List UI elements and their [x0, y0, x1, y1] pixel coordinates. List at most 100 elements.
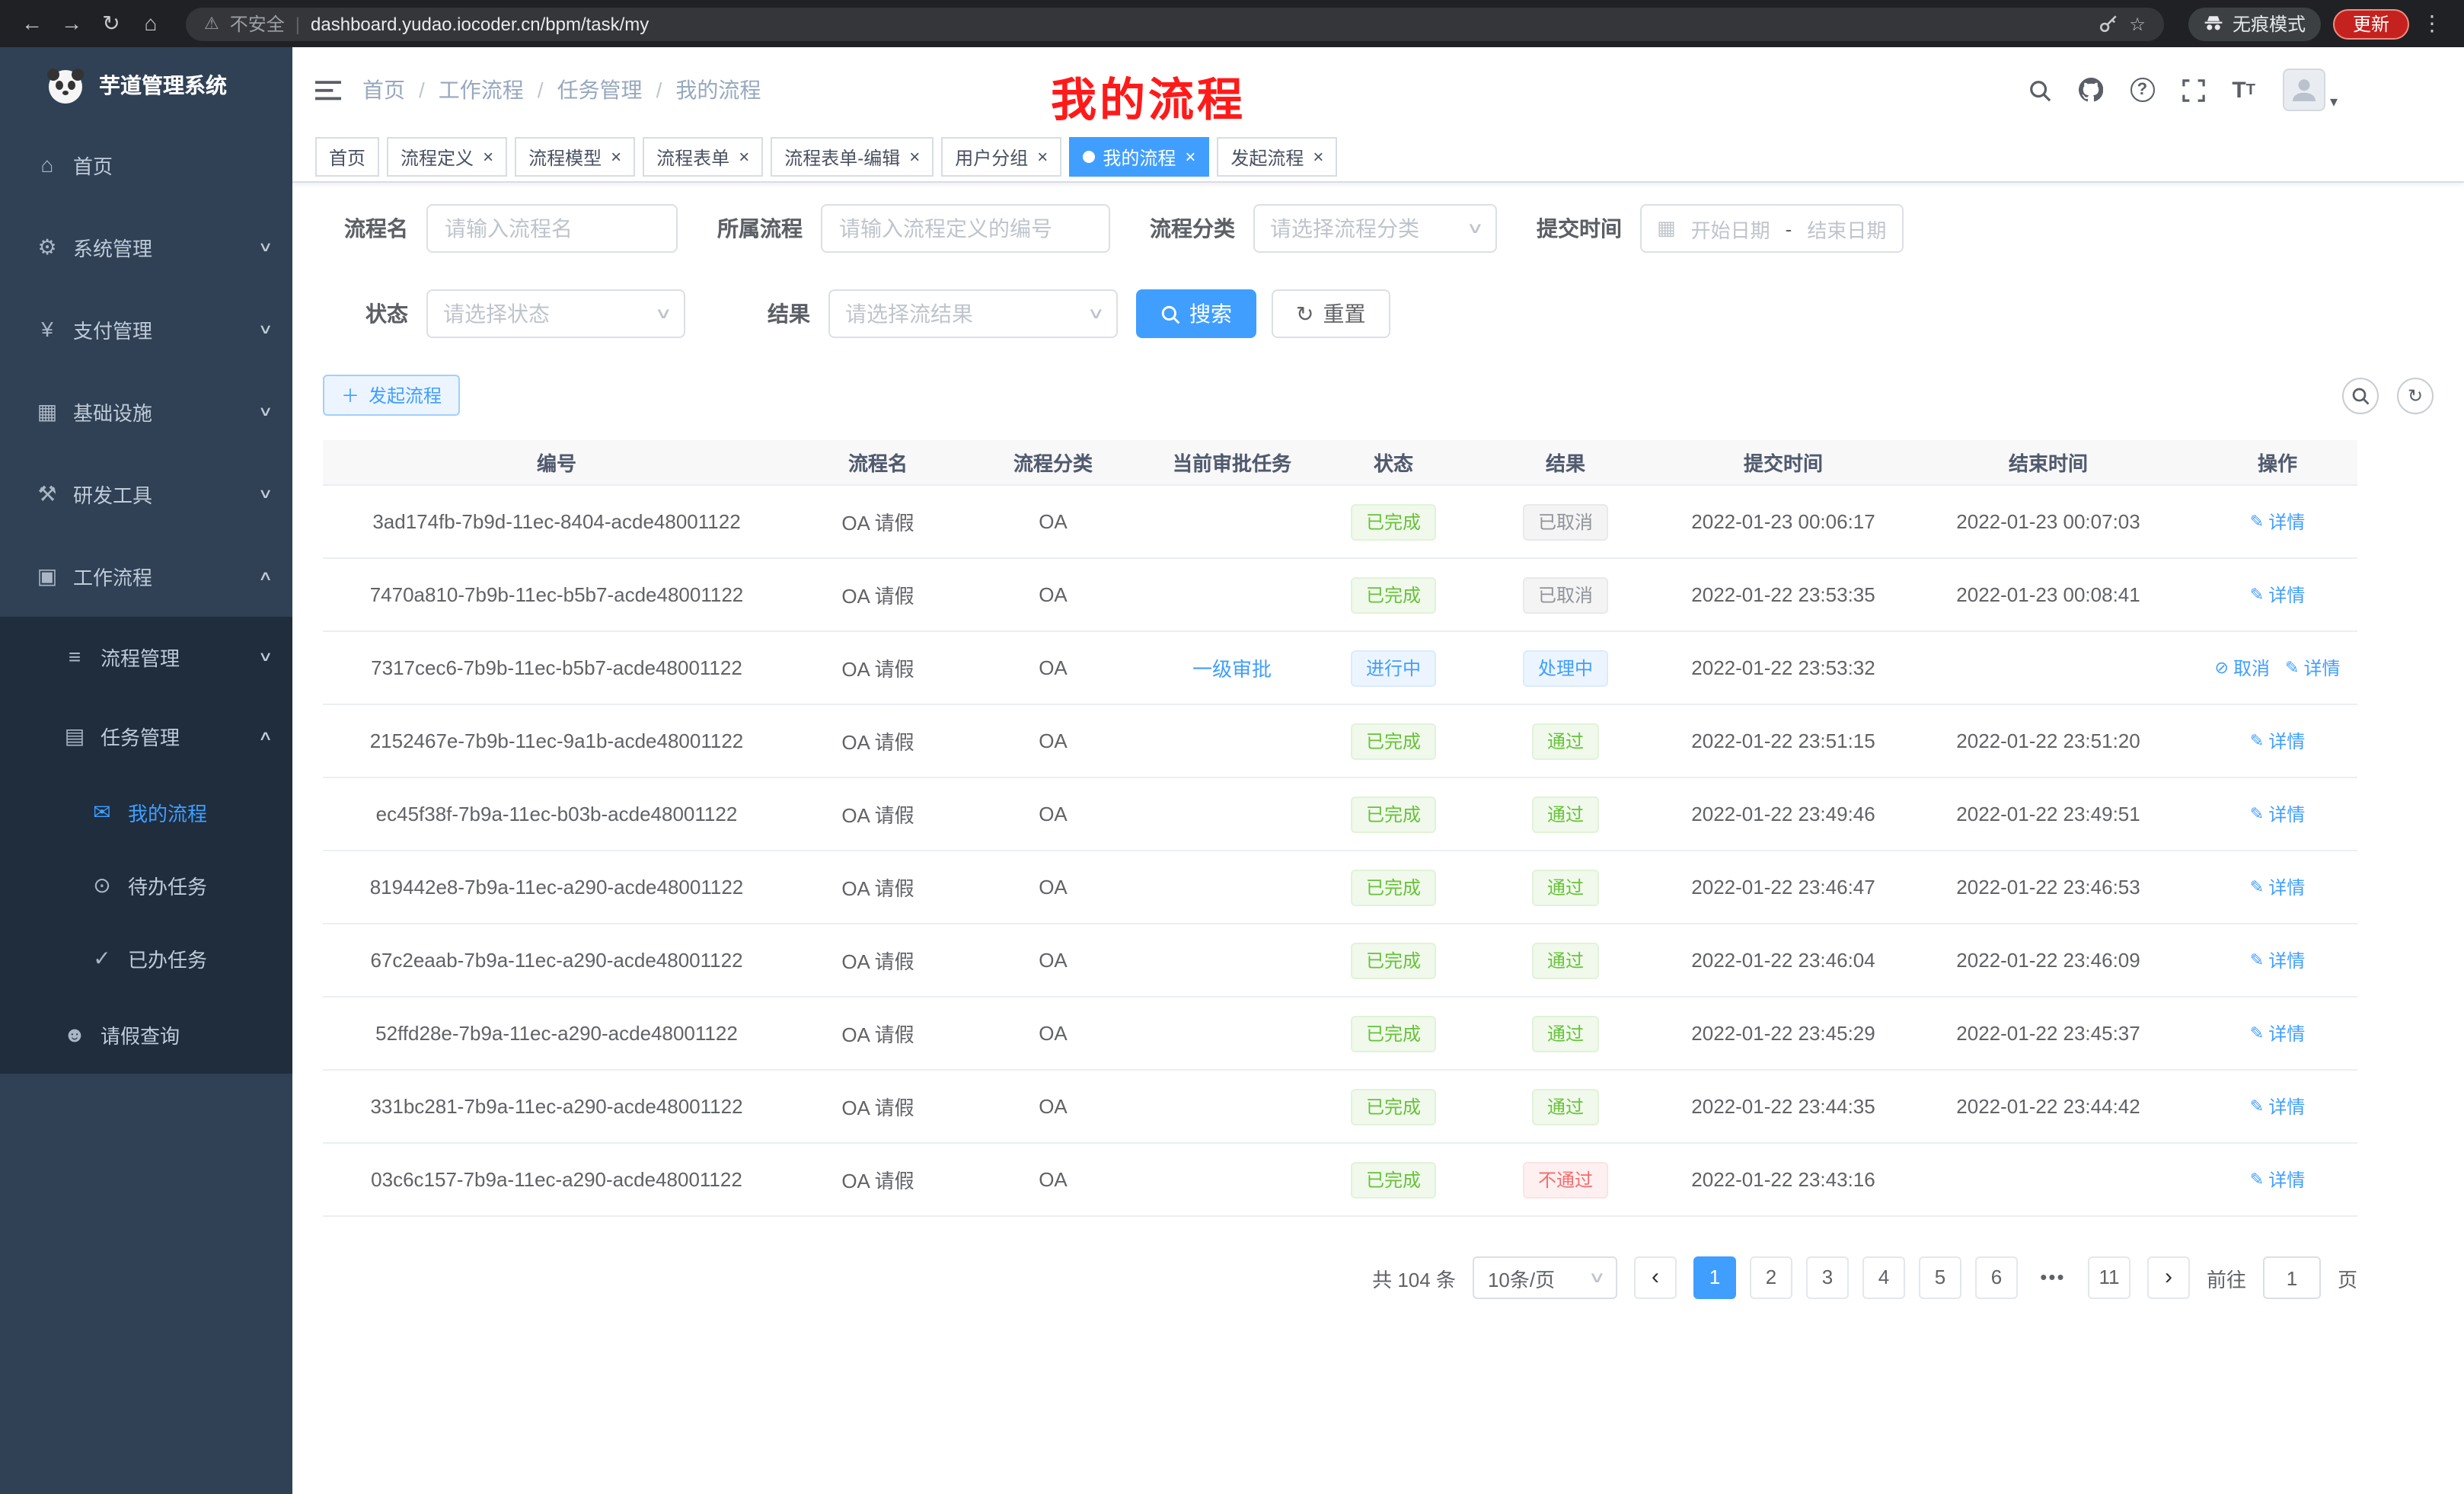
goto-page-input[interactable]: [2263, 1256, 2321, 1299]
app-title: 芋道管理系统: [99, 70, 227, 101]
bookmark-star-icon[interactable]: ☆: [2129, 13, 2146, 34]
category-select[interactable]: 请选择流程分类 ∨: [1253, 204, 1497, 253]
detail-link[interactable]: ✎详情: [2250, 582, 2305, 608]
detail-link[interactable]: ✎详情: [2250, 728, 2305, 754]
sidebar-item-home[interactable]: ⌂首页: [0, 123, 292, 206]
process-definition-input[interactable]: [821, 204, 1110, 253]
task-link[interactable]: 一级审批: [1192, 658, 1272, 681]
cell-result: 通过: [1463, 796, 1668, 832]
detail-link[interactable]: ✎详情: [2250, 1093, 2305, 1119]
sidebar-item-system[interactable]: ⚙系统管理∨: [0, 206, 292, 288]
breadcrumb-item[interactable]: 任务管理: [557, 75, 643, 105]
github-icon[interactable]: [2078, 78, 2102, 102]
address-bar[interactable]: ⚠ 不安全 | dashboard.yudao.iocoder.cn/bpm/t…: [186, 7, 2164, 40]
password-key-icon[interactable]: [2099, 14, 2118, 34]
prev-page-button[interactable]: ‹: [1634, 1256, 1677, 1299]
cell-end-time: 2022-01-22 23:46:53: [1899, 876, 2197, 899]
sidebar-logo[interactable]: 芋道管理系统: [0, 47, 292, 123]
cell-submit-time: 2022-01-22 23:46:47: [1668, 876, 1899, 899]
detail-link[interactable]: ✎详情: [2250, 1167, 2305, 1192]
breadcrumb-separator: /: [656, 78, 662, 102]
result-select[interactable]: 请选择流结果 ∨: [828, 289, 1118, 338]
sidebar-item-done-tasks[interactable]: ✓已办任务: [0, 921, 292, 994]
sidebar-item-process-mgmt[interactable]: ≡流程管理∨: [0, 617, 292, 696]
hamburger-icon[interactable]: [315, 77, 341, 103]
page-button-3[interactable]: 3: [1806, 1256, 1849, 1299]
cancel-link[interactable]: ⊘取消: [2215, 655, 2270, 681]
tab-user-group[interactable]: 用户分组×: [941, 137, 1061, 177]
pagination: 共 104 条 10条/页 ∨ ‹ 123456•••11 › 前往 页: [323, 1256, 2357, 1299]
process-name-input[interactable]: [426, 204, 678, 253]
page-button-11[interactable]: 11: [2088, 1256, 2130, 1299]
detail-icon: ✎: [2250, 1170, 2264, 1189]
tab-start-process[interactable]: 发起流程×: [1217, 137, 1337, 177]
more-pages-button[interactable]: •••: [2032, 1256, 2074, 1299]
tab-process-definition[interactable]: 流程定义×: [387, 137, 507, 177]
url-text[interactable]: dashboard.yudao.iocoder.cn/bpm/task/my: [311, 13, 649, 34]
close-icon[interactable]: ×: [739, 146, 749, 168]
result-badge: 通过: [1532, 869, 1599, 905]
forward-icon[interactable]: →: [55, 0, 88, 47]
chevron-down-icon: ∨: [259, 403, 274, 420]
close-icon[interactable]: ×: [1185, 146, 1195, 168]
status-select[interactable]: 请选择状态 ∨: [426, 289, 685, 338]
close-icon[interactable]: ×: [909, 146, 920, 168]
detail-link[interactable]: ✎详情: [2250, 509, 2305, 535]
security-label[interactable]: 不安全: [230, 11, 285, 37]
fullscreen-icon[interactable]: [2182, 78, 2204, 101]
start-date-placeholder[interactable]: 开始日期: [1691, 214, 1770, 243]
detail-link[interactable]: ✎详情: [2285, 655, 2340, 681]
help-icon[interactable]: ?: [2130, 78, 2154, 102]
refresh-table-button[interactable]: ↻: [2397, 377, 2434, 413]
reload-icon[interactable]: ↻: [94, 0, 128, 47]
sidebar-item-leave-query[interactable]: ☻请假查询: [0, 994, 292, 1074]
sidebar-item-todo-tasks[interactable]: ⊙待办任务: [0, 848, 292, 921]
detail-link[interactable]: ✎详情: [2250, 874, 2305, 900]
close-icon[interactable]: ×: [611, 146, 621, 168]
end-date-placeholder[interactable]: 结束日期: [1807, 214, 1886, 243]
close-icon[interactable]: ×: [1037, 146, 1048, 168]
page-button-2[interactable]: 2: [1750, 1256, 1792, 1299]
cell-result: 处理中: [1463, 650, 1668, 686]
browser-home-icon[interactable]: ⌂: [134, 0, 168, 47]
back-icon[interactable]: ←: [15, 0, 49, 47]
sidebar-item-task-mgmt[interactable]: ▤任务管理∧: [0, 696, 292, 775]
sidebar-item-workflow[interactable]: ▣工作流程∧: [0, 535, 292, 617]
tab-process-form-edit[interactable]: 流程表单-编辑×: [771, 137, 934, 177]
user-menu[interactable]: ▾: [2283, 69, 2338, 111]
next-page-button[interactable]: ›: [2147, 1256, 2190, 1299]
calendar-icon: ▦: [1657, 216, 1676, 241]
sidebar-item-devtools[interactable]: ⚒研发工具∨: [0, 452, 292, 535]
sidebar-item-payment[interactable]: ¥支付管理∨: [0, 288, 292, 370]
font-size-icon[interactable]: TT: [2232, 77, 2255, 103]
close-icon[interactable]: ×: [483, 146, 493, 168]
sidebar-item-my-process[interactable]: ✉我的流程: [0, 775, 292, 848]
tab-process-model[interactable]: 流程模型×: [515, 137, 635, 177]
tab-home[interactable]: 首页: [315, 137, 379, 177]
breadcrumb-item[interactable]: 工作流程: [439, 75, 524, 105]
chevron-up-icon: ∧: [259, 567, 274, 584]
tab-my-process[interactable]: 我的流程×: [1069, 137, 1209, 177]
browser-menu-icon[interactable]: ⋮: [2415, 0, 2449, 47]
page-button-6[interactable]: 6: [1975, 1256, 2018, 1299]
detail-link[interactable]: ✎详情: [2250, 1020, 2305, 1046]
sidebar-item-infra[interactable]: ▦基础设施∨: [0, 370, 292, 452]
search-button[interactable]: 搜索: [1136, 289, 1256, 338]
search-icon[interactable]: [2028, 78, 2051, 101]
date-range-picker[interactable]: ▦ 开始日期 - 结束日期: [1640, 204, 1903, 253]
page-button-1[interactable]: 1: [1693, 1256, 1736, 1299]
tab-process-form[interactable]: 流程表单×: [643, 137, 763, 177]
cell-status: 进行中: [1323, 650, 1463, 686]
detail-link[interactable]: ✎详情: [2250, 801, 2305, 827]
create-process-button[interactable]: ＋ 发起流程: [323, 375, 460, 416]
detail-link[interactable]: ✎详情: [2250, 947, 2305, 973]
show-search-button[interactable]: [2342, 377, 2379, 413]
page-button-4[interactable]: 4: [1862, 1256, 1905, 1299]
close-icon[interactable]: ×: [1313, 146, 1323, 168]
sidebar-menu: ⌂首页⚙系统管理∨¥支付管理∨▦基础设施∨⚒研发工具∨▣工作流程∧≡流程管理∨▤…: [0, 123, 292, 1074]
page-size-select[interactable]: 10条/页 ∨: [1473, 1256, 1617, 1299]
page-button-5[interactable]: 5: [1919, 1256, 1961, 1299]
update-button[interactable]: 更新: [2333, 8, 2409, 39]
breadcrumb-item[interactable]: 首页: [362, 75, 405, 105]
reset-button[interactable]: ↻ 重置: [1272, 289, 1390, 338]
